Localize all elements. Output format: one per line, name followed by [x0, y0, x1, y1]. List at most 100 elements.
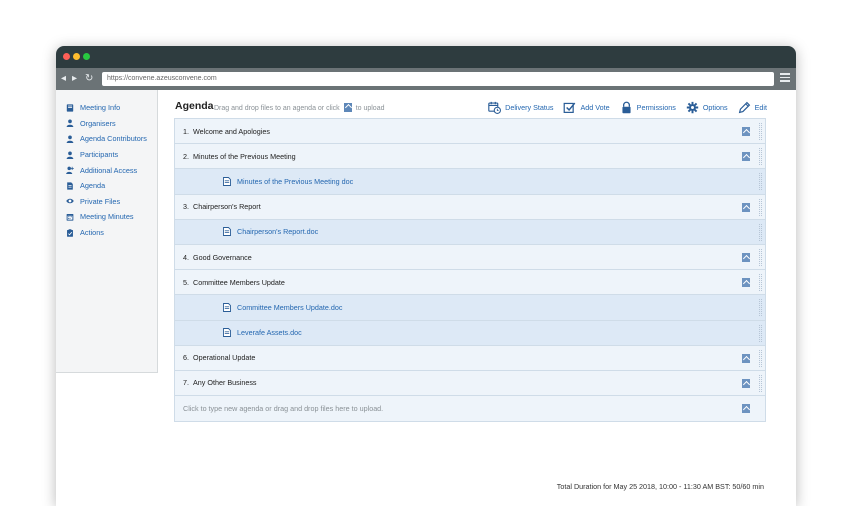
upload-to-item-icon[interactable]	[742, 127, 750, 136]
forward-arrow-icon[interactable]: ▸	[72, 72, 77, 86]
agenda-item-row[interactable]: 5. Committee Members Update	[175, 270, 765, 296]
sidebar-item-label: Private Files	[80, 196, 121, 206]
sidebar-item-organisers[interactable]: Organisers	[56, 116, 157, 132]
maximize-window-button[interactable]	[83, 53, 90, 60]
agenda-item-row[interactable]: 4. Good Governance	[175, 244, 765, 271]
sidebar-item-agenda-contributors[interactable]: Agenda Contributors	[56, 131, 157, 147]
url-field[interactable]: https://convene.azeusconvene.com	[102, 72, 774, 86]
agenda-header: Agenda Drag and drop files to an agenda …	[174, 98, 770, 118]
hamburger-menu-icon[interactable]	[780, 73, 790, 83]
agenda-file-link[interactable]: Leverafe Assets.doc	[237, 328, 302, 337]
person-icon	[65, 150, 74, 159]
edit-button[interactable]: Edit	[738, 101, 767, 114]
lock-icon	[622, 101, 631, 113]
agenda-item-row[interactable]: 1. Welcome and Apologies	[175, 119, 765, 145]
drag-handle-icon[interactable]	[759, 173, 762, 191]
minimize-window-button[interactable]	[73, 53, 80, 60]
upload-to-item-icon[interactable]	[742, 202, 750, 212]
drag-handle-icon[interactable]	[759, 324, 762, 342]
clipboard-icon	[65, 228, 74, 237]
document-icon	[65, 181, 74, 190]
back-arrow-icon[interactable]: ◂	[61, 72, 66, 86]
agenda-item-title: Chairperson's Report	[193, 202, 261, 212]
upload-hint: Drag and drop files to an agenda or clic…	[214, 103, 385, 112]
sidebar-item-label: Organisers	[80, 118, 116, 128]
upload-to-item-icon[interactable]	[742, 152, 750, 162]
agenda-file-row[interactable]: Minutes of the Previous Meeting doc	[175, 169, 765, 195]
upload-to-item-icon[interactable]	[742, 252, 750, 262]
add-vote-button[interactable]: Add Vote	[563, 101, 610, 114]
gear-icon	[686, 101, 699, 113]
sidebar-item-label: Agenda Contributors	[80, 134, 147, 144]
drag-handle-icon[interactable]	[759, 299, 762, 317]
drag-handle-icon[interactable]	[759, 223, 762, 241]
sidebar-item-label: Meeting Info	[80, 103, 121, 113]
drag-handle-icon[interactable]	[759, 148, 762, 166]
agenda-file-link[interactable]: Chairperson's Report.doc	[237, 227, 318, 236]
window-titlebar	[56, 46, 796, 68]
options-label: Options	[702, 102, 728, 112]
reload-icon[interactable]: ↻	[85, 72, 93, 86]
sidebar-item-meeting-minutes[interactable]: Meeting Minutes	[56, 209, 157, 225]
delivery-status-button[interactable]: Delivery Status	[488, 101, 553, 114]
upload-to-item-icon[interactable]	[742, 278, 750, 288]
permissions-button[interactable]: Permissions	[620, 101, 676, 114]
drag-handle-icon[interactable]	[759, 274, 762, 292]
agenda-item-row[interactable]: 3. Chairperson's Report	[175, 194, 765, 220]
upload-icon[interactable]	[742, 404, 750, 414]
upload-to-item-icon[interactable]	[742, 353, 750, 363]
agenda-file-row[interactable]: Chairperson's Report.doc	[175, 219, 765, 245]
agenda-item-title: Good Governance	[193, 252, 252, 262]
agenda-item-row[interactable]: 6. Operational Update	[175, 345, 765, 371]
drag-handle-icon[interactable]	[759, 198, 762, 216]
upload-hint-before: Drag and drop files to an agenda or clic…	[214, 105, 340, 112]
agenda-file-row[interactable]: Committee Members Update.doc	[175, 295, 765, 321]
person-icon	[65, 134, 74, 143]
sidebar-item-actions[interactable]: Actions	[56, 225, 157, 241]
book-icon	[65, 103, 74, 112]
agenda-file-link[interactable]: Minutes of the Previous Meeting doc	[237, 177, 353, 186]
sidebar-item-label: Meeting Minutes	[80, 212, 134, 222]
new-agenda-placeholder: Click to type new agenda or drag and dro…	[183, 404, 384, 414]
toolbar: Delivery Status Add Vote Permissions Opt…	[478, 98, 767, 116]
drag-handle-icon[interactable]	[759, 248, 762, 266]
sidebar-item-agenda[interactable]: Agenda	[56, 178, 157, 194]
sidebar-item-label: Agenda	[80, 181, 106, 191]
sidebar-item-participants[interactable]: Participants	[56, 147, 157, 163]
calendar-clock-icon	[488, 101, 502, 114]
agenda-item-row[interactable]: 2. Minutes of the Previous Meeting	[175, 144, 765, 170]
upload-icon[interactable]	[343, 103, 352, 112]
drag-handle-icon[interactable]	[759, 349, 762, 367]
page-title: Agenda	[175, 100, 214, 112]
upload-hint-after: to upload	[355, 105, 385, 112]
agenda-item-title: Minutes of the Previous Meeting	[193, 151, 296, 161]
document-icon	[223, 302, 231, 312]
agenda-item-title: Committee Members Update	[193, 277, 285, 287]
browser-window: ◂ ▸ ↻ https://convene.azeusconvene.com M…	[56, 46, 796, 506]
sidebar: Meeting Info Organisers Agenda Contributor…	[56, 90, 158, 373]
calendar-icon	[65, 212, 74, 221]
person-add-icon	[65, 166, 74, 175]
agenda-item-row[interactable]: 7. Any Other Business	[175, 370, 765, 397]
new-agenda-input-row[interactable]: Click to type new agenda or drag and dro…	[175, 396, 765, 422]
options-button[interactable]: Options	[686, 101, 728, 114]
sidebar-item-additional-access[interactable]: Additional Access	[56, 162, 157, 178]
sidebar-item-label: Participants	[80, 150, 119, 160]
agenda-file-link[interactable]: Committee Members Update.doc	[237, 303, 342, 312]
agenda-item-number: 5.	[183, 277, 189, 287]
upload-to-item-icon[interactable]	[742, 378, 750, 388]
drag-handle-icon[interactable]	[759, 123, 762, 140]
sidebar-item-label: Additional Access	[80, 165, 138, 175]
agenda-item-number: 4.	[183, 252, 189, 262]
sidebar-item-private-files[interactable]: Private Files	[56, 194, 157, 210]
close-window-button[interactable]	[63, 53, 70, 60]
drag-handle-icon[interactable]	[759, 374, 762, 392]
agenda-item-number: 2.	[183, 151, 189, 161]
agenda-item-title: Operational Update	[193, 353, 256, 363]
agenda-item-number: 1.	[183, 126, 189, 136]
sidebar-item-meeting-info[interactable]: Meeting Info	[56, 100, 157, 116]
pencil-icon	[738, 101, 750, 113]
sidebar-item-label: Actions	[80, 228, 104, 238]
agenda-item-number: 6.	[183, 353, 189, 363]
agenda-file-row[interactable]: Leverafe Assets.doc	[175, 320, 765, 346]
